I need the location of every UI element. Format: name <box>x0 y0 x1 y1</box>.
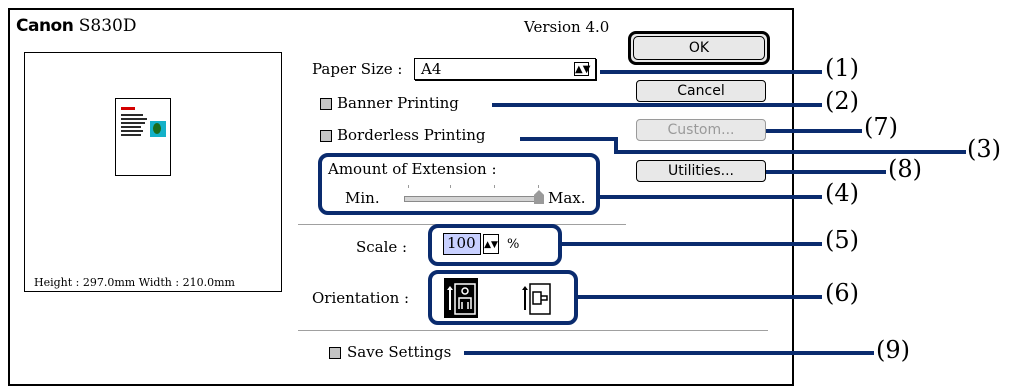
callout-line-2 <box>492 103 822 107</box>
leaf-icon <box>150 121 166 137</box>
paper-size-label: Paper Size : <box>312 60 403 78</box>
borderless-printing-label: Borderless Printing <box>337 126 486 144</box>
callout-line-6 <box>576 295 822 299</box>
save-settings-label: Save Settings <box>347 343 452 361</box>
callout-2: (2) <box>825 87 859 115</box>
callout-line-7 <box>766 129 862 133</box>
scale-unit: % <box>507 237 520 252</box>
orientation-label: Orientation : <box>312 289 410 307</box>
callout-line-8 <box>766 170 886 174</box>
canon-logo: Canon <box>16 16 74 36</box>
scale-label: Scale : <box>356 238 408 256</box>
scale-input[interactable]: 100 <box>443 233 481 255</box>
page-preview-logo <box>121 107 135 110</box>
cancel-button[interactable]: Cancel <box>636 80 766 102</box>
callout-line-4 <box>598 195 822 199</box>
divider <box>298 330 768 331</box>
banner-printing-label: Banner Printing <box>337 94 459 112</box>
callout-1: (1) <box>825 54 859 82</box>
scale-stepper[interactable]: ▲▼ <box>483 234 499 254</box>
extension-max-label: Max. <box>548 189 586 207</box>
paper-size-select[interactable]: A4 ▲▼ <box>414 58 596 80</box>
landscape-orientation-icon[interactable] <box>519 278 553 318</box>
callout-8: (8) <box>888 155 922 183</box>
utilities-button[interactable]: Utilities... <box>636 160 766 182</box>
callout-line-3a <box>520 137 618 141</box>
callout-7: (7) <box>864 113 898 141</box>
extension-label: Amount of Extension : <box>328 160 497 178</box>
page-preview-thumbnail <box>115 98 171 176</box>
paper-size-value: A4 <box>421 60 442 78</box>
portrait-orientation-icon[interactable] <box>444 278 478 318</box>
extension-slider[interactable] <box>404 196 542 202</box>
save-settings-checkbox[interactable] <box>329 347 341 359</box>
callout-5: (5) <box>825 226 859 254</box>
callout-line-1 <box>600 70 822 74</box>
callout-4: (4) <box>825 179 859 207</box>
model-name: S830D <box>78 16 137 36</box>
version-label: Version 4.0 <box>524 18 610 36</box>
callout-6: (6) <box>825 279 859 307</box>
brand-title: Canon S830D <box>16 16 136 36</box>
paper-dimensions: Height : 297.0mm Width : 210.0mm <box>34 276 235 289</box>
callout-line-5 <box>560 242 822 246</box>
custom-button[interactable]: Custom... <box>636 119 766 141</box>
callout-line-9 <box>464 351 874 355</box>
callout-3: (3) <box>967 135 1001 163</box>
borderless-printing-checkbox[interactable] <box>320 130 332 142</box>
updown-arrows-icon: ▲▼ <box>574 62 591 76</box>
ok-button[interactable]: OK <box>628 31 770 65</box>
extension-min-label: Min. <box>345 189 380 207</box>
ok-button-label: OK <box>633 36 765 60</box>
callout-line-3c <box>614 150 966 154</box>
callout-9: (9) <box>876 336 910 364</box>
banner-printing-checkbox[interactable] <box>320 98 332 110</box>
